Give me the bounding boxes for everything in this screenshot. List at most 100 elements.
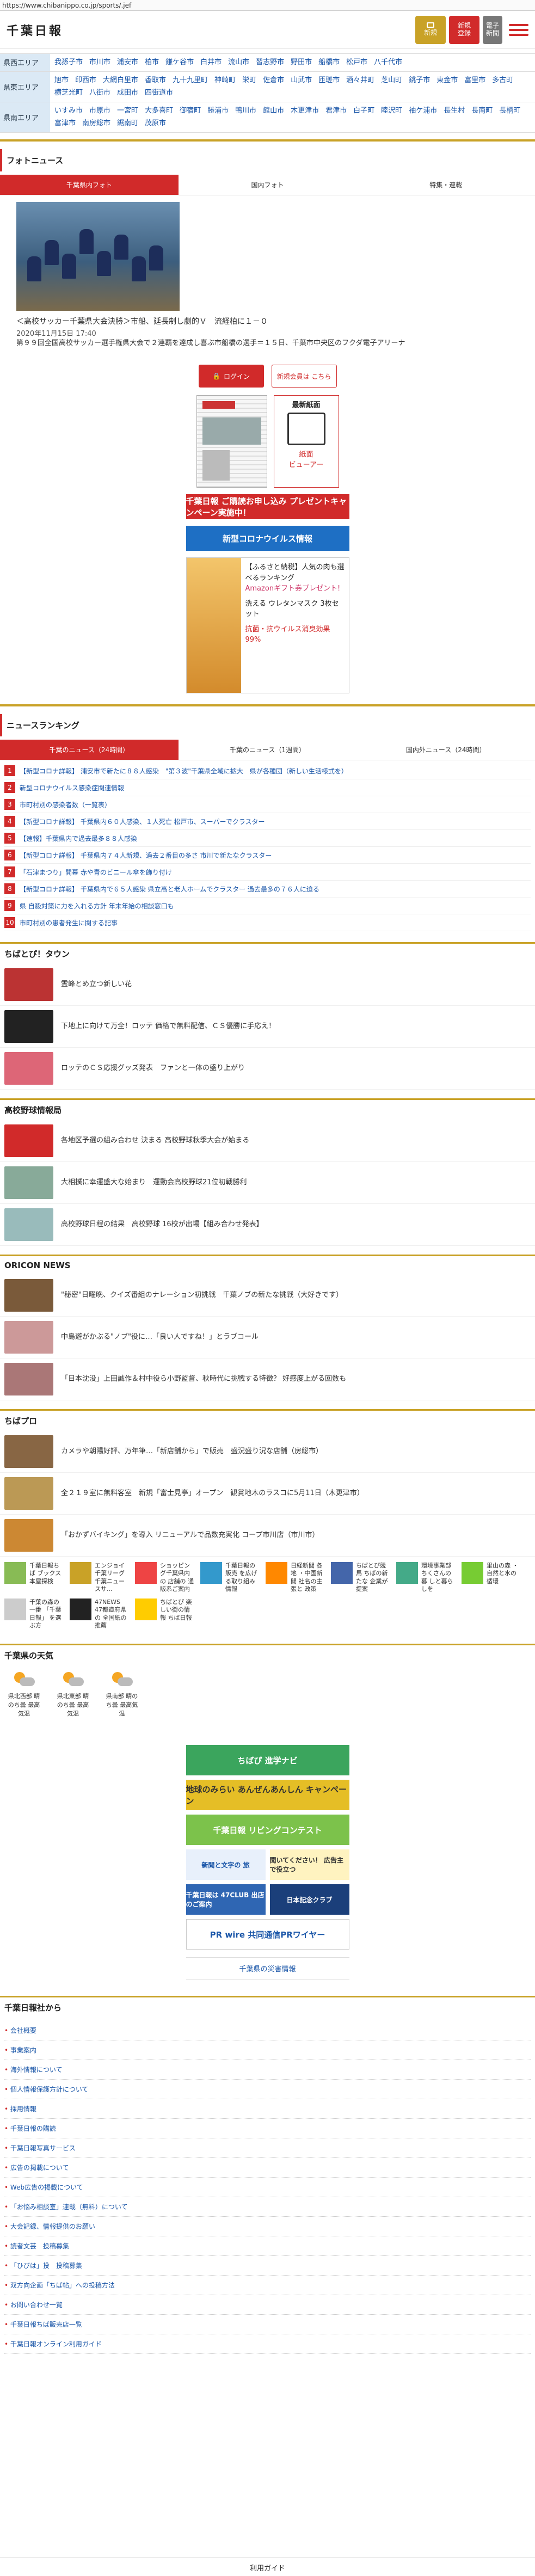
- news-item[interactable]: 中島遊がかぶる"ノブ"役に…「良い人ですね！」とラブコール: [0, 1317, 535, 1358]
- town-link[interactable]: 長柄町: [499, 106, 520, 116]
- town-link[interactable]: 南房総市: [82, 118, 110, 129]
- paper-viewer[interactable]: 最新紙面 紙面 ビューアー: [273, 395, 339, 488]
- soccer-team-photo[interactable]: [16, 201, 180, 311]
- disaster-info-link[interactable]: 千葉県の災害情報: [186, 1957, 349, 1980]
- ranking-item[interactable]: 4 【新型コロナ詳報】 千葉県内６０人感染、１人死亡 松戸市、スーパーでクラスター: [4, 813, 531, 830]
- town-link[interactable]: 大多喜町: [145, 106, 173, 116]
- town-link[interactable]: 八千代市: [374, 57, 402, 68]
- town-link[interactable]: 神崎町: [214, 75, 236, 86]
- news-item[interactable]: 霊峰とめ立つ新しい花: [0, 964, 535, 1006]
- weather-cell[interactable]: 県北東部 晴のち曇 最高気温: [57, 1671, 89, 1718]
- company-link[interactable]: 千葉日報の購読: [4, 2119, 531, 2139]
- town-link[interactable]: 横芝光町: [54, 88, 83, 99]
- town-link[interactable]: 成田市: [117, 88, 138, 99]
- tab-domestic-photo[interactable]: 国内フォト: [179, 175, 357, 195]
- ranking-item[interactable]: 3 市町村別の感染者数（一覧表）: [4, 796, 531, 813]
- town-link[interactable]: 市原市: [89, 106, 110, 116]
- town-link[interactable]: 旭市: [54, 75, 69, 86]
- service-link[interactable]: エンジョイ千葉リーグ 千葉ニュースサ...: [70, 1562, 130, 1593]
- service-link[interactable]: 日経新聞 各地 ・中国新聞 社名の主張と 政策: [266, 1562, 325, 1593]
- tab-chiba-24h[interactable]: 千葉のニュース（24時間）: [0, 740, 179, 760]
- company-link[interactable]: 千葉日報写真サービス: [4, 2138, 531, 2159]
- town-link[interactable]: 茂原市: [145, 118, 166, 129]
- town-link[interactable]: 印西市: [75, 75, 96, 86]
- company-link[interactable]: 採用情報: [4, 2099, 531, 2119]
- tab-domestic-24h[interactable]: 国内外ニュース（24時間）: [356, 740, 535, 760]
- company-link[interactable]: 事業案内: [4, 2040, 531, 2061]
- ranking-item[interactable]: 8 【新型コロナ詳報】 千葉県内で６５人感染 県立高と老人ホームでクラスター 過去…: [4, 881, 531, 897]
- news-item[interactable]: 「おかずバイキング」を導入 リニューアルで品数充実化 コープ市川店（市川市）: [0, 1515, 535, 1557]
- town-link[interactable]: 野田市: [291, 57, 312, 68]
- town-link[interactable]: 白子町: [353, 106, 374, 116]
- service-link[interactable]: 里山の森 ・自然と水の 循環: [462, 1562, 521, 1593]
- club-ad-1[interactable]: 千葉日報は 47CLUB 出店のご案内: [186, 1884, 266, 1915]
- town-link[interactable]: 鋸南町: [117, 118, 138, 129]
- company-link[interactable]: 「ひびは」投 投稿募集: [4, 2256, 531, 2276]
- town-link[interactable]: 柏市: [145, 57, 159, 68]
- company-link[interactable]: 読者文芸 投稿募集: [4, 2236, 531, 2257]
- town-link[interactable]: 香取市: [145, 75, 166, 86]
- town-link[interactable]: 一宮町: [117, 106, 138, 116]
- campaign-ad[interactable]: 千葉日報 リビングコンテスト: [186, 1815, 349, 1846]
- present-campaign-banner[interactable]: 千葉日報 ご購読お申し込み プレゼントキャンペーン実施中！: [186, 494, 349, 519]
- company-link[interactable]: 「お悩み相談室」連載（無料）について: [4, 2197, 531, 2217]
- tab-chiba-photo[interactable]: 千葉県内フォト: [0, 174, 179, 195]
- town-link[interactable]: 長南町: [471, 106, 493, 116]
- company-link[interactable]: 大会記録、情報提供のお願い: [4, 2217, 531, 2237]
- newspaper-front-page[interactable]: [196, 395, 267, 488]
- town-link[interactable]: 習志野市: [256, 57, 284, 68]
- town-link[interactable]: 鴨川市: [235, 106, 256, 116]
- navi-ad[interactable]: ちばぴ 進学ナビ: [186, 1745, 349, 1776]
- company-link[interactable]: Web広告の掲載について: [4, 2178, 531, 2198]
- tab-features[interactable]: 特集・連載: [356, 175, 535, 195]
- url-bar[interactable]: https://www.chibanippo.co.jp/sports/.jef: [0, 0, 535, 11]
- ranking-item[interactable]: 6 【新型コロナ詳報】 千葉県内７４人新規、過去２番目の多さ 市川で新たなクラスタ…: [4, 847, 531, 864]
- news-item[interactable]: 下地上に向けて万全！ロッテ 価格で無料配信、ＣＳ優勝に手応え！: [0, 1006, 535, 1048]
- company-link[interactable]: 双方向企画「ちば帖」への投稿方法: [4, 2276, 531, 2296]
- town-link[interactable]: 八街市: [89, 88, 110, 99]
- town-link[interactable]: 富里市: [464, 75, 485, 86]
- town-link[interactable]: 四街道市: [145, 88, 173, 99]
- town-link[interactable]: 栄町: [242, 75, 256, 86]
- ranking-item[interactable]: 9 県 自殺対策に力を入れる方針 年末年始の相談窓口も: [4, 897, 531, 914]
- corona-info-banner[interactable]: 新型コロナウイルス情報: [186, 526, 349, 551]
- company-link[interactable]: 千葉日報ちば販売店一覧: [4, 2315, 531, 2335]
- photo-caption[interactable]: ＜高校サッカー千葉県大会決勝＞市船、延長制し劇的Ｖ 流経柏に１－０: [16, 316, 519, 328]
- town-link[interactable]: 館山市: [263, 106, 284, 116]
- town-link[interactable]: 匝瑳市: [318, 75, 340, 86]
- town-link[interactable]: 御宿町: [180, 106, 201, 116]
- news-item[interactable]: 大相撲に幸運盛大な始まり 運動会高校野球21位初戦勝利: [0, 1162, 535, 1204]
- company-link[interactable]: 広告の掲載について: [4, 2158, 531, 2178]
- ranking-item[interactable]: 10 市町村別の患者発生に関する記事: [4, 914, 531, 931]
- service-link[interactable]: ちばとぴ競馬 ちばの新たな 企業が提案: [331, 1562, 391, 1593]
- login-button[interactable]: 🔒 ログイン: [198, 365, 264, 388]
- town-link[interactable]: 勝浦市: [207, 106, 229, 116]
- service-link[interactable]: 千葉日報ちば ブックス 本屋探検: [4, 1562, 64, 1593]
- news-item[interactable]: 全２１９室に無料客室 新規「富士見亭」オープン 観賞地木のラスコに5月11日（木…: [0, 1473, 535, 1515]
- town-link[interactable]: 睦沢町: [381, 106, 402, 116]
- anzen-ad[interactable]: 地球のみらい あんぜんあんしん キャンペーン: [186, 1780, 349, 1811]
- town-link[interactable]: 浦安市: [117, 57, 138, 68]
- service-link[interactable]: 環境事業部 ちくさんの暮 しと暮らしを: [396, 1562, 456, 1593]
- tab-chiba-week[interactable]: 千葉のニュース（1週間）: [179, 740, 357, 760]
- news-item[interactable]: 高校野球日程の結果 高校野球 16校が出場【組み合わせ発表】: [0, 1204, 535, 1246]
- town-link[interactable]: 佐倉市: [263, 75, 284, 86]
- signup-button[interactable]: 新規: [415, 15, 446, 44]
- ranking-item[interactable]: 7 「石津まつり」開幕 赤や青のビニール傘を飾り付け: [4, 864, 531, 881]
- service-link[interactable]: 47NEWS 47都道府県の 全国紙の 推薦: [70, 1599, 130, 1630]
- keyword-ad-2[interactable]: 聞いてください！ 広告主で役立つ: [269, 1849, 349, 1880]
- signup-label-button[interactable]: 新規 登録: [449, 15, 479, 44]
- hamburger-menu-icon[interactable]: [509, 20, 528, 40]
- weather-cell[interactable]: 県北西部 晴のち曇 最高気温: [8, 1671, 40, 1718]
- site-logo[interactable]: 千葉日報: [7, 21, 63, 39]
- company-link[interactable]: 会社概要: [4, 2021, 531, 2041]
- town-link[interactable]: 君津市: [325, 106, 347, 116]
- ranking-item[interactable]: 2 新型コロナウイルス感染症関連情報: [4, 779, 531, 796]
- news-item[interactable]: カメラや朝陽好評、万年筆…「新店舗から」で販売 盛況盛り況な店舗（房総市）: [0, 1431, 535, 1473]
- town-link[interactable]: 鎌ケ谷市: [165, 57, 194, 68]
- town-link[interactable]: 流山市: [228, 57, 249, 68]
- town-link[interactable]: 山武市: [291, 75, 312, 86]
- town-link[interactable]: 九十九里町: [173, 75, 208, 86]
- register-button[interactable]: 新規会員は こちら: [271, 365, 337, 388]
- town-link[interactable]: 東金市: [436, 75, 458, 86]
